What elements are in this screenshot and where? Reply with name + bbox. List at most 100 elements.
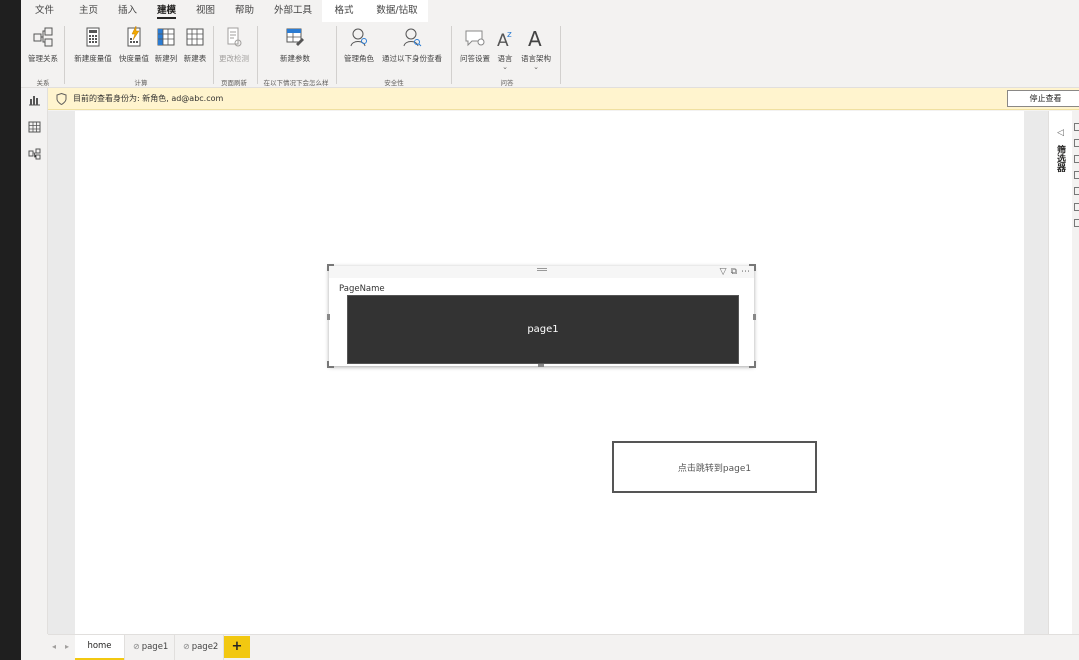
tab-help[interactable]: 帮助 (227, 0, 262, 22)
page-tab-page1[interactable]: ⊘ page1 (125, 635, 175, 660)
resize-handle-top-right[interactable] (749, 264, 756, 271)
new-measure-button[interactable]: 新建度量值 (71, 24, 115, 72)
resize-handle-bottom[interactable] (538, 364, 544, 367)
tab-scroll-right-icon[interactable]: ▸ (65, 642, 69, 651)
jump-to-page1-button[interactable]: 点击跳转到page1 (612, 441, 817, 493)
tab-home[interactable]: 主页 (71, 0, 106, 22)
menu-bar: 文件 主页 插入 建模 视图 帮助 外部工具 格式 数据/钻取 (21, 0, 1079, 22)
resize-handle-top-left[interactable] (327, 264, 334, 271)
chevron-down-icon: ⌄ (502, 63, 508, 71)
visual-header-icons: ▽ ⧉ ⋯ (716, 267, 750, 277)
group-separator (560, 26, 561, 84)
group-separator (336, 26, 337, 84)
report-page[interactable]: ▽ ⧉ ⋯ PageName page1 点击跳转到page1 (75, 111, 1024, 634)
desktop-background (0, 0, 21, 660)
canvas-area: ▽ ⧉ ⋯ PageName page1 点击跳转到page1 (48, 111, 1048, 634)
filter-pane-label: 筛选器 (1055, 145, 1065, 172)
page-tab-label: page2 (191, 642, 219, 652)
page-tab-label: page1 (141, 642, 169, 652)
report-view-icon[interactable] (28, 94, 41, 106)
page-tab-page2[interactable]: ⊘ page2 (175, 635, 224, 660)
filter-pane-collapsed[interactable]: ◁ 筛选器 (1048, 111, 1072, 634)
group-separator (64, 26, 65, 84)
quick-measure-button[interactable]: 快度量值 (117, 24, 151, 72)
tab-modeling[interactable]: 建模 (149, 0, 184, 22)
svg-text:A: A (528, 27, 542, 50)
view-as-role-icon (403, 28, 422, 47)
qa-setup-button[interactable]: 问答设置 (457, 24, 493, 72)
visual-type-icon[interactable] (1074, 219, 1079, 227)
group-label-what-if: 在以下情况下会怎么样 (263, 79, 329, 87)
roles-icon (350, 28, 367, 47)
tab-scroll-left-icon[interactable]: ◂ (52, 642, 56, 651)
manage-relationships-button[interactable]: 管理关系 (25, 24, 61, 72)
tab-external-tools[interactable]: 外部工具 (266, 0, 320, 22)
visualizations-pane-edge (1072, 111, 1079, 634)
group-label-calculations: 计算 (134, 79, 148, 87)
relationships-icon (33, 27, 53, 47)
tab-file[interactable]: 文件 (27, 0, 62, 22)
tab-format[interactable]: 格式 (322, 0, 366, 22)
tab-data-drill[interactable]: 数据/钻取 (366, 0, 428, 22)
card-visual[interactable]: ▽ ⧉ ⋯ PageName page1 (327, 264, 756, 368)
card-value: page1 (347, 295, 739, 364)
table-column-icon (157, 28, 175, 46)
group-label-page-refresh: 页面刷新 (221, 79, 247, 87)
visual-type-icon[interactable] (1074, 171, 1079, 179)
language-button[interactable]: A z 语言 ⌄ (494, 24, 516, 72)
visual-type-icon[interactable] (1074, 123, 1079, 131)
powerbi-window: 文件 主页 插入 建模 视图 帮助 外部工具 格式 数据/钻取 管理关系 新建度… (21, 0, 1079, 660)
ribbon: 管理关系 新建度量值 快度量值 新建列 新建表 计算 关系 更改检测 页面刷新 … (21, 22, 1079, 88)
group-label-relationships: 关系 (36, 79, 50, 87)
hidden-page-icon: ⊘ (183, 642, 190, 651)
visual-type-icon[interactable] (1074, 139, 1079, 147)
qa-setup-icon (465, 30, 485, 47)
view-as-banner: 目前的查看身份为: 新角色, ad@abc.com 停止查看 (48, 88, 1079, 110)
language-icon: A z (497, 30, 512, 50)
visual-type-icon[interactable] (1074, 187, 1079, 195)
group-separator (451, 26, 452, 84)
add-page-button[interactable]: + (224, 636, 250, 658)
linguistic-schema-button[interactable]: A 语言架构 ⌄ (518, 24, 554, 72)
stop-viewing-button[interactable]: 停止查看 (1007, 90, 1079, 107)
svg-text:z: z (507, 30, 512, 40)
data-view-icon[interactable] (28, 121, 41, 133)
model-view-icon[interactable] (28, 148, 41, 160)
manage-roles-button[interactable]: 管理角色 (342, 24, 376, 72)
page-tabs-bar: ◂ ▸ home ⊘ page1 ⊘ page2 + (48, 634, 1079, 660)
parameter-icon (286, 28, 304, 46)
tab-insert[interactable]: 插入 (110, 0, 145, 22)
visual-type-icon[interactable] (1074, 203, 1079, 211)
focus-mode-icon[interactable]: ⧉ (731, 267, 737, 277)
tab-view[interactable]: 视图 (188, 0, 223, 22)
resize-handle-bottom-left[interactable] (327, 361, 334, 368)
change-detection-button[interactable]: 更改检测 (215, 24, 253, 72)
table-icon (186, 28, 204, 46)
shield-icon (56, 93, 67, 105)
page-tab-label: home (87, 641, 112, 651)
new-table-button[interactable]: 新建表 (181, 24, 209, 72)
linguistic-schema-icon: A (528, 27, 542, 50)
resize-handle-left[interactable] (327, 314, 330, 320)
view-rail (21, 88, 48, 634)
expand-arrow-icon[interactable]: ◁ (1057, 128, 1064, 138)
banner-text: 目前的查看身份为: 新角色, ad@abc.com (73, 94, 224, 103)
new-column-button[interactable]: 新建列 (152, 24, 180, 72)
calculator-icon (86, 27, 100, 47)
quick-measure-icon (127, 25, 141, 47)
drag-grip-icon[interactable] (537, 268, 547, 271)
view-as-button[interactable]: 通过以下身份查看 (378, 24, 446, 72)
group-label-security: 安全性 (384, 79, 404, 87)
page-refresh-icon (227, 27, 242, 47)
visual-type-icon[interactable] (1074, 155, 1079, 163)
visual-title: PageName (339, 284, 385, 294)
group-separator (213, 26, 214, 84)
chevron-down-icon: ⌄ (533, 63, 539, 71)
group-label-qa: 问答 (500, 79, 514, 87)
group-separator (257, 26, 258, 84)
filter-icon[interactable]: ▽ (720, 267, 727, 277)
new-parameter-button[interactable]: 新建参数 (273, 24, 317, 72)
resize-handle-right[interactable] (753, 314, 756, 320)
resize-handle-bottom-right[interactable] (749, 361, 756, 368)
page-tab-home[interactable]: home (75, 635, 125, 660)
